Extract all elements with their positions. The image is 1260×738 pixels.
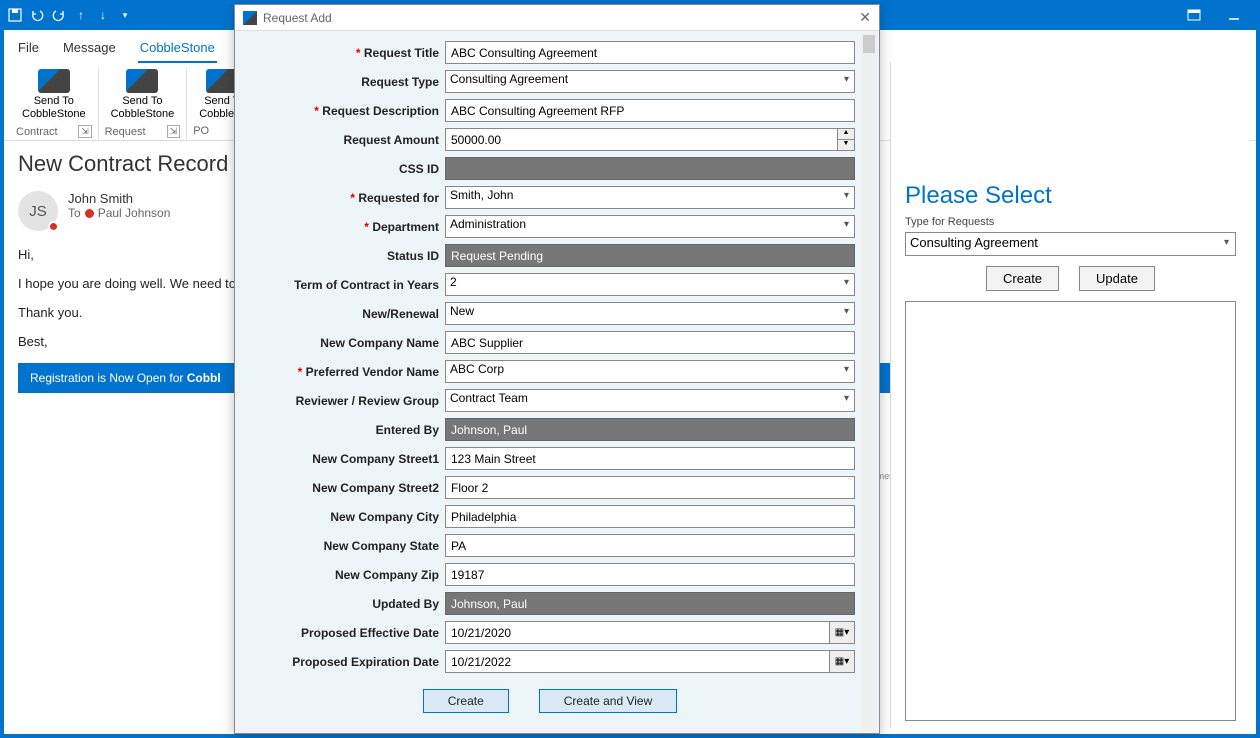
avatar: JS	[18, 191, 58, 231]
dialog-body: * Request Title Request TypeConsulting A…	[235, 31, 879, 733]
dialog-launcher-icon[interactable]: ⇲	[167, 125, 181, 138]
department-select[interactable]: Administration	[445, 215, 855, 238]
dialog-launcher-icon[interactable]: ⇲	[78, 125, 92, 138]
ribbon-group-label: PO	[193, 125, 209, 137]
send-to-cobblestone-request-button[interactable]: Send To CobbleStone	[105, 67, 181, 123]
side-panel-title: Please Select	[905, 182, 1236, 210]
down-arrow-icon[interactable]: ↓	[94, 6, 112, 24]
side-panel-subtitle: Type for Requests	[905, 216, 1236, 228]
ribbon-btn-label: Send To	[34, 95, 74, 108]
results-list[interactable]	[905, 301, 1236, 721]
ribbon-options-icon[interactable]	[1174, 1, 1214, 29]
new-renewal-select[interactable]: New	[445, 302, 855, 325]
tab-cobblestone[interactable]: CobbleStone	[138, 36, 217, 63]
new-company-name-input[interactable]	[445, 331, 855, 354]
zip-input[interactable]	[445, 563, 855, 586]
close-icon[interactable]: ✕	[859, 9, 871, 26]
request-description-input[interactable]	[445, 99, 855, 122]
updated-by-input	[445, 592, 855, 615]
requested-for-select[interactable]: Smith, John	[445, 186, 855, 209]
spin-up-icon[interactable]: ▲	[838, 129, 854, 140]
undo-icon[interactable]	[28, 6, 46, 24]
street2-input[interactable]	[445, 476, 855, 499]
from-name: John Smith	[68, 191, 170, 206]
state-input[interactable]	[445, 534, 855, 557]
request-add-dialog: Request Add ✕ * Request Title Request Ty…	[234, 4, 880, 734]
street1-input[interactable]	[445, 447, 855, 470]
customize-icon[interactable]: ▾	[116, 6, 134, 24]
update-button[interactable]: Update	[1079, 266, 1155, 291]
scrollbar-thumb[interactable]	[863, 35, 875, 53]
calendar-icon[interactable]: ▦▾	[829, 621, 855, 644]
create-button[interactable]: Create	[423, 689, 509, 713]
create-button[interactable]: Create	[986, 266, 1059, 291]
up-arrow-icon[interactable]: ↑	[72, 6, 90, 24]
entered-by-input	[445, 418, 855, 441]
cobblestone-icon	[126, 69, 158, 93]
ribbon-btn-label: Send To	[122, 95, 162, 108]
effective-date-input[interactable]: ▦▾	[445, 621, 855, 644]
save-icon[interactable]	[6, 6, 24, 24]
css-id-input	[445, 157, 855, 180]
calendar-icon[interactable]: ▦▾	[829, 650, 855, 673]
app-icon	[243, 11, 257, 25]
minimize-icon[interactable]	[1214, 1, 1254, 29]
term-select[interactable]: 2	[445, 273, 855, 296]
ribbon-group-label: Request	[105, 126, 146, 138]
request-title-input[interactable]	[445, 41, 855, 64]
side-panel: Please Select Type for Requests Consulti…	[890, 62, 1250, 728]
ribbon-group-contract: Send To CobbleStone Contract ⇲	[10, 67, 99, 140]
dialog-title: Request Add	[263, 11, 332, 25]
cobblestone-icon	[38, 69, 70, 93]
ribbon-btn-label: CobbleStone	[111, 108, 175, 121]
redo-icon[interactable]	[50, 6, 68, 24]
presence-icon	[48, 221, 59, 232]
expiration-date-input[interactable]: ▦▾	[445, 650, 855, 673]
dialog-titlebar: Request Add ✕	[235, 5, 879, 31]
presence-dot-icon	[85, 209, 94, 218]
to-line: To Paul Johnson	[68, 206, 170, 220]
request-type-select[interactable]: Consulting Agreement ▾	[905, 232, 1236, 256]
dialog-footer: Create Create and View	[245, 679, 855, 727]
create-and-view-button[interactable]: Create and View	[539, 689, 678, 713]
reviewer-select[interactable]: Contract Team	[445, 389, 855, 412]
ribbon-group-label: Contract	[16, 126, 58, 138]
preferred-vendor-select[interactable]: ABC Corp	[445, 360, 855, 383]
chevron-down-icon: ▾	[1224, 237, 1229, 248]
scrollbar[interactable]	[861, 33, 877, 731]
send-to-cobblestone-contract-button[interactable]: Send To CobbleStone	[16, 67, 92, 123]
city-input[interactable]	[445, 505, 855, 528]
request-amount-stepper[interactable]: ▲▼	[445, 128, 855, 151]
spin-down-icon[interactable]: ▼	[838, 140, 854, 150]
tab-file[interactable]: File	[16, 36, 41, 63]
status-id-input	[445, 244, 855, 267]
request-type-select[interactable]: Consulting Agreement	[445, 70, 855, 93]
tab-message[interactable]: Message	[61, 36, 118, 63]
ribbon-btn-label: CobbleStone	[22, 108, 86, 121]
ribbon-group-request: Send To CobbleStone Request ⇲	[99, 67, 188, 140]
